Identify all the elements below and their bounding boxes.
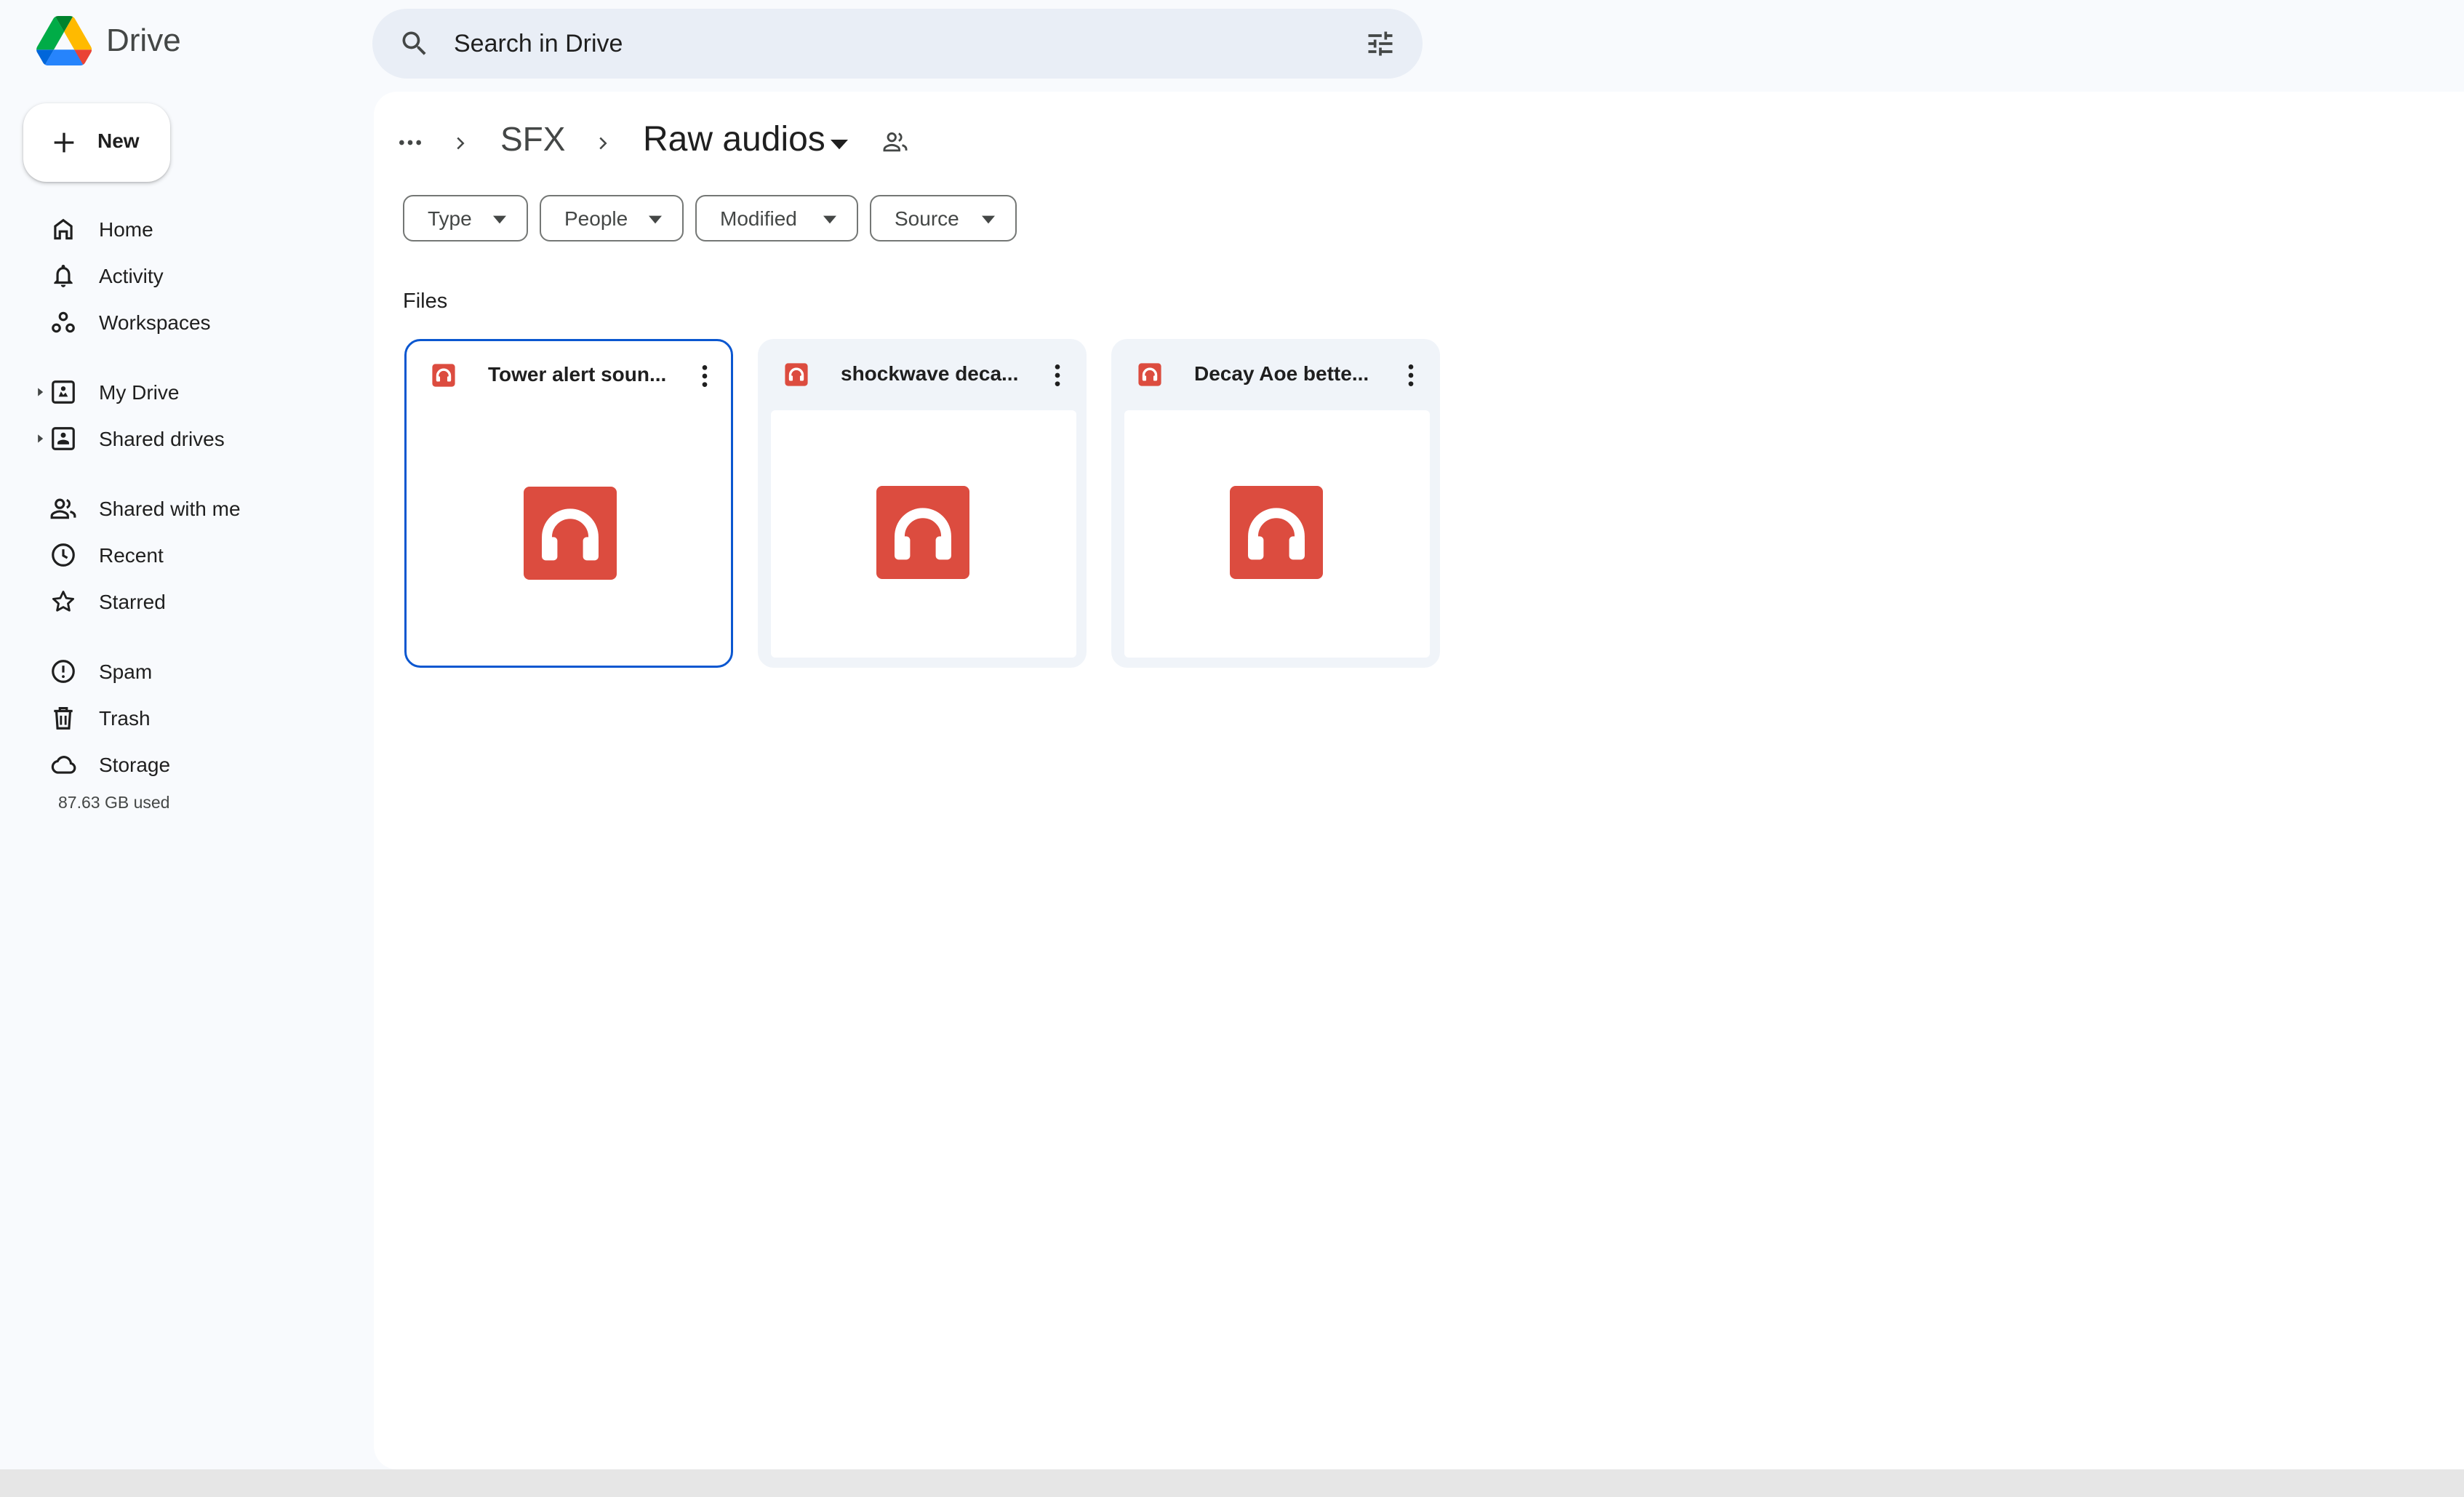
sidebar-item-shared-drives[interactable]: Shared drives xyxy=(41,418,346,458)
clock-icon xyxy=(52,543,75,567)
star-icon xyxy=(52,591,75,612)
file-card[interactable]: Tower alert soun... xyxy=(404,339,733,668)
caret-down-icon xyxy=(982,215,995,224)
plus-icon xyxy=(54,132,74,153)
sidebar-item-home[interactable]: Home xyxy=(41,208,346,249)
sidebar-item-label: Workspaces xyxy=(99,311,211,334)
breadcrumb-current-folder[interactable]: Raw audios xyxy=(643,119,825,159)
caret-down-icon xyxy=(649,215,662,224)
trash-icon xyxy=(54,706,73,730)
chip-label: Modified xyxy=(720,207,797,230)
bell-icon xyxy=(54,264,73,287)
new-button[interactable]: New xyxy=(23,103,170,182)
shared-drives-icon xyxy=(52,427,75,450)
sidebar-item-label: Activity xyxy=(99,265,164,287)
more-vert-icon[interactable] xyxy=(1396,361,1425,390)
sidebar-item-label: My Drive xyxy=(99,381,180,404)
file-card[interactable]: Decay Aoe bette... xyxy=(1111,339,1440,668)
main-content: SFX Raw audios Type People Modified Sour… xyxy=(374,92,2464,1469)
window-bottom-edge xyxy=(0,1469,2464,1497)
more-vert-icon[interactable] xyxy=(690,362,719,391)
search-icon[interactable] xyxy=(399,28,431,60)
app-name: Drive xyxy=(106,23,181,58)
files-section-heading: Files xyxy=(403,290,448,313)
audio-file-icon xyxy=(432,364,455,387)
breadcrumb-parent[interactable]: SFX xyxy=(500,119,565,159)
drive-logo-icon xyxy=(36,16,92,65)
caret-down-icon xyxy=(823,215,836,224)
search-input[interactable] xyxy=(454,23,1290,64)
audio-file-icon xyxy=(785,363,808,386)
file-card[interactable]: shockwave deca... xyxy=(758,339,1087,668)
file-thumbnail xyxy=(771,410,1076,658)
headphones-icon xyxy=(1230,486,1323,579)
chevron-right-icon xyxy=(457,137,465,150)
new-button-label: New xyxy=(97,129,140,152)
sidebar-item-label: Recent xyxy=(99,544,164,567)
sidebar-item-trash[interactable]: Trash xyxy=(41,697,346,738)
audio-file-icon xyxy=(1138,363,1161,386)
chevron-right-icon xyxy=(599,137,607,150)
sidebar-item-storage[interactable]: Storage xyxy=(41,743,346,784)
spam-icon xyxy=(52,660,75,683)
my-drive-icon xyxy=(52,380,75,404)
filter-source-chip[interactable]: Source xyxy=(870,195,1017,241)
chip-label: Type xyxy=(428,207,472,230)
search-options-icon[interactable] xyxy=(1364,28,1396,60)
filter-modified-chip[interactable]: Modified xyxy=(695,195,858,241)
chip-label: People xyxy=(564,207,628,230)
file-thumbnail xyxy=(418,411,724,658)
filter-type-chip[interactable]: Type xyxy=(403,195,528,241)
headphones-icon xyxy=(524,487,617,580)
caret-down-icon xyxy=(493,215,506,224)
sidebar-item-shared-with-me[interactable]: Shared with me xyxy=(41,487,346,528)
sidebar-item-label: Trash xyxy=(99,707,151,730)
shared-folder-icon[interactable] xyxy=(881,128,909,156)
sidebar-item-label: Starred xyxy=(99,591,166,613)
sidebar-item-recent[interactable]: Recent xyxy=(41,534,346,575)
caret-down-icon[interactable] xyxy=(831,135,848,153)
filter-people-chip[interactable]: People xyxy=(540,195,684,241)
sidebar-item-label: Storage xyxy=(99,754,171,776)
file-thumbnail xyxy=(1124,410,1430,658)
workspaces-icon xyxy=(52,311,75,333)
sidebar-item-label: Shared with me xyxy=(99,498,241,520)
sidebar-item-label: Spam xyxy=(99,660,153,683)
storage-used-text: 87.63 GB used xyxy=(58,793,170,812)
home-icon xyxy=(54,218,73,240)
headphones-icon xyxy=(876,486,969,579)
sidebar-item-label: Shared drives xyxy=(99,428,225,450)
sidebar-item-activity[interactable]: Activity xyxy=(41,255,346,295)
file-name: Tower alert soun... xyxy=(488,363,667,386)
people-icon xyxy=(50,498,76,519)
file-name: shockwave deca... xyxy=(841,362,1019,385)
file-name: Decay Aoe bette... xyxy=(1194,362,1369,385)
more-horiz-icon[interactable] xyxy=(396,128,425,157)
sidebar-item-label: Home xyxy=(99,218,153,241)
chip-label: Source xyxy=(895,207,959,230)
sidebar-item-workspaces[interactable]: Workspaces xyxy=(41,301,346,342)
search-bar[interactable] xyxy=(372,9,1423,79)
sidebar-item-starred[interactable]: Starred xyxy=(41,580,346,621)
sidebar-item-my-drive[interactable]: My Drive xyxy=(41,371,346,412)
sidebar-item-spam[interactable]: Spam xyxy=(41,650,346,691)
more-vert-icon[interactable] xyxy=(1043,361,1072,390)
cloud-icon xyxy=(51,756,76,774)
drive-logo[interactable]: Drive xyxy=(36,16,181,65)
